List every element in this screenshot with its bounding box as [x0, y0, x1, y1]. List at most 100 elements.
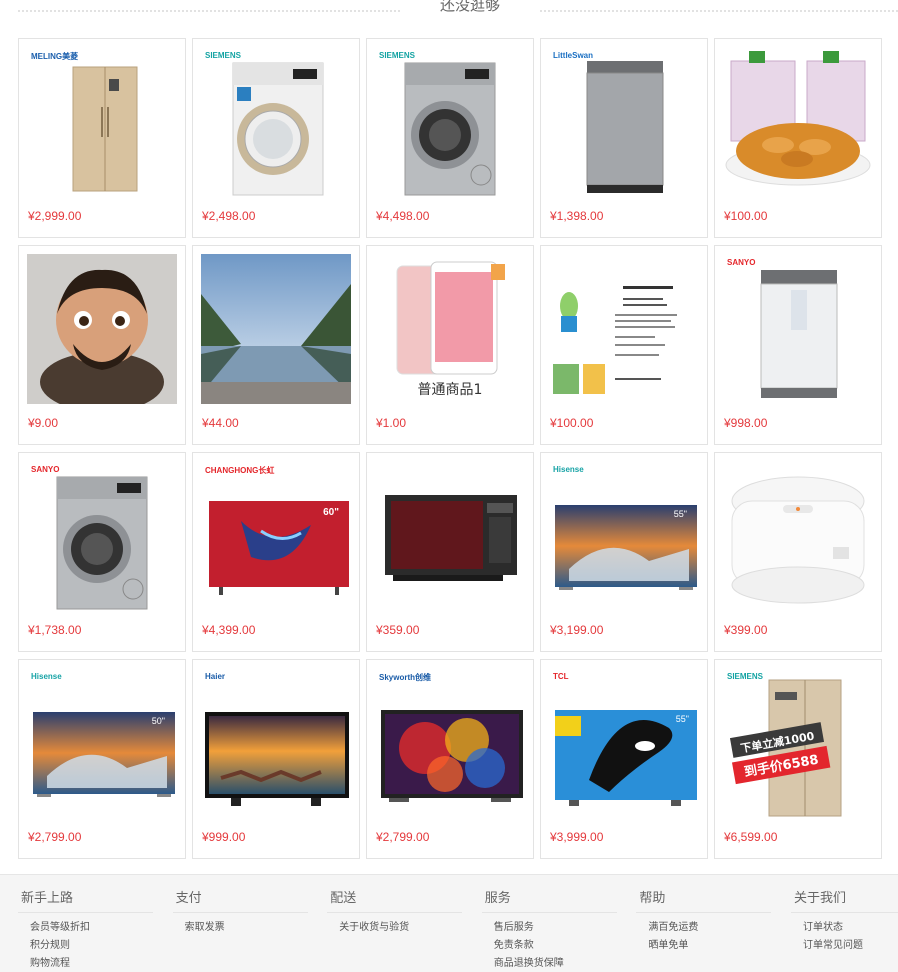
- product-price: ¥1,398.00: [550, 209, 604, 223]
- footer-link[interactable]: 晒单免单: [648, 937, 791, 955]
- svg-text:50": 50": [152, 716, 165, 726]
- footer-link-list: 关于收货与验货: [327, 913, 482, 937]
- svg-text:普通商品1: 普通商品1: [418, 382, 483, 398]
- product-image[interactable]: SANYO: [27, 461, 177, 611]
- product-image[interactable]: SIEMENS: [201, 47, 351, 197]
- product-card[interactable]: SIEMENS ¥4,498.00: [366, 38, 534, 238]
- brand-logo: SANYO: [727, 258, 756, 267]
- product-image[interactable]: [201, 254, 351, 404]
- product-image[interactable]: 50" Hisense: [27, 668, 177, 818]
- footer-link[interactable]: 售后服务: [494, 919, 637, 937]
- footer-link-list: 售后服务 免责条款 商品退换货保障: [482, 913, 637, 972]
- product-price: ¥2,498.00: [202, 209, 256, 223]
- product-price: ¥1,738.00: [28, 623, 82, 637]
- footer-link[interactable]: 索取发票: [185, 919, 328, 937]
- product-price: ¥9.00: [28, 416, 59, 430]
- product-card[interactable]: ¥100.00: [540, 245, 708, 445]
- footer-link[interactable]: 免责条款: [494, 937, 637, 955]
- product-image[interactable]: 60" CHANGHONG长虹: [201, 461, 351, 611]
- product-image[interactable]: Haier: [201, 668, 351, 818]
- footer-link[interactable]: 会员等级折扣: [30, 919, 173, 937]
- product-image[interactable]: [27, 254, 177, 404]
- footer-link-list: 会员等级折扣 积分规则 购物流程: [18, 913, 173, 972]
- product-card[interactable]: 55" Hisense ¥3,199.00: [540, 452, 708, 652]
- footer-link-list: 订单状态 订单常见问题: [791, 913, 898, 955]
- section-header: 还没逛够: [0, 0, 898, 20]
- brand-logo: SANYO: [31, 465, 60, 474]
- product-image[interactable]: 下单立减1000 到手价6588 SIEMENS: [723, 668, 873, 818]
- brand-logo: Hisense: [31, 672, 62, 681]
- product-card[interactable]: ¥9.00: [18, 245, 186, 445]
- product-image[interactable]: [723, 47, 873, 197]
- product-image[interactable]: SIEMENS: [375, 47, 525, 197]
- footer-column-title: 帮助: [636, 875, 772, 913]
- product-card[interactable]: 下单立减1000 到手价6588 SIEMENS ¥6,599.00: [714, 659, 882, 859]
- brand-logo: SIEMENS: [205, 51, 242, 60]
- footer-link[interactable]: 购物流程: [30, 955, 173, 972]
- footer-link[interactable]: 订单状态: [803, 919, 898, 937]
- product-price: ¥2,799.00: [376, 830, 430, 844]
- svg-text:55": 55": [674, 509, 687, 519]
- footer-column: 支付索取发票: [172, 875, 328, 937]
- footer-column-title: 配送: [327, 875, 463, 913]
- product-price: ¥1.00: [376, 416, 407, 430]
- product-price: ¥359.00: [376, 623, 420, 637]
- footer-column: 关于我们 订单状态 订单常见问题: [791, 875, 898, 955]
- product-card[interactable]: Skyworth创维 ¥2,799.00: [366, 659, 534, 859]
- footer-link[interactable]: 商品退换货保障: [494, 955, 637, 972]
- product-image[interactable]: [549, 254, 699, 404]
- product-card[interactable]: 60" CHANGHONG长虹 ¥4,399.00: [192, 452, 360, 652]
- product-card[interactable]: 50" Hisense ¥2,799.00: [18, 659, 186, 859]
- product-card[interactable]: ¥359.00: [366, 452, 534, 652]
- footer-column-title: 支付: [172, 875, 308, 913]
- product-card[interactable]: SIEMENS ¥2,498.00: [192, 38, 360, 238]
- footer-column-title: 关于我们: [791, 875, 898, 913]
- product-price: ¥44.00: [202, 416, 239, 430]
- product-price: ¥100.00: [724, 209, 768, 223]
- section-title: 还没逛够: [439, 0, 500, 14]
- product-price: ¥2,799.00: [28, 830, 82, 844]
- footer: 新手上路 会员等级折扣 积分规则 购物流程 支付 索取发票 配送 关于收货与验货 服务 售后服务免…: [0, 874, 898, 972]
- footer-link[interactable]: 满百免运费: [648, 919, 791, 937]
- footer-column: 新手上路 会员等级折扣 积分规则 购物流程: [18, 875, 173, 972]
- product-card[interactable]: MELING美菱 ¥2,999.00: [18, 38, 186, 238]
- product-card[interactable]: Haier ¥999.00: [192, 659, 360, 859]
- brand-logo: Haier: [205, 672, 226, 681]
- product-image[interactable]: MELING美菱: [27, 47, 177, 197]
- footer-link[interactable]: 积分规则: [30, 937, 173, 955]
- product-card[interactable]: SANYO ¥1,738.00: [18, 452, 186, 652]
- product-image[interactable]: 55" TCL: [549, 668, 699, 818]
- product-card[interactable]: 普通商品1 ¥1.00: [366, 245, 534, 445]
- product-card[interactable]: LittleSwan ¥1,398.00: [540, 38, 708, 238]
- footer-link-list: 满百免运费 晒单免单: [636, 913, 791, 955]
- divider-left: [18, 10, 400, 12]
- product-image[interactable]: SANYO: [723, 254, 873, 404]
- product-image[interactable]: 55" Hisense: [549, 461, 699, 611]
- brand-logo: TCL: [553, 672, 569, 681]
- product-card[interactable]: ¥44.00: [192, 245, 360, 445]
- product-price: ¥998.00: [724, 416, 768, 430]
- product-image[interactable]: LittleSwan: [549, 47, 699, 197]
- product-card[interactable]: ¥100.00: [714, 38, 882, 238]
- product-image[interactable]: [375, 461, 525, 611]
- product-price: ¥100.00: [550, 416, 594, 430]
- brand-logo: MELING美菱: [31, 52, 79, 61]
- brand-logo: SIEMENS: [727, 672, 764, 681]
- footer-link[interactable]: 订单常见问题: [803, 937, 898, 955]
- svg-text:60": 60": [323, 507, 339, 518]
- brand-logo: LittleSwan: [553, 51, 594, 60]
- product-image[interactable]: 普通商品1: [375, 254, 525, 404]
- product-price: ¥3,199.00: [550, 623, 604, 637]
- brand-logo: SIEMENS: [379, 51, 416, 60]
- footer-link[interactable]: 关于收货与验货: [339, 919, 482, 937]
- product-image[interactable]: [723, 461, 873, 611]
- product-price: ¥399.00: [724, 623, 768, 637]
- brand-logo: Hisense: [553, 465, 584, 474]
- footer-link-list: 索取发票: [173, 913, 328, 937]
- footer-column: 帮助 满百免运费 晒单免单: [636, 875, 791, 955]
- product-card[interactable]: ¥399.00: [714, 452, 882, 652]
- product-image[interactable]: Skyworth创维: [375, 668, 525, 818]
- product-card[interactable]: 55" TCL ¥3,999.00: [540, 659, 708, 859]
- footer-column-title: 服务: [481, 875, 617, 913]
- product-card[interactable]: SANYO ¥998.00: [714, 245, 882, 445]
